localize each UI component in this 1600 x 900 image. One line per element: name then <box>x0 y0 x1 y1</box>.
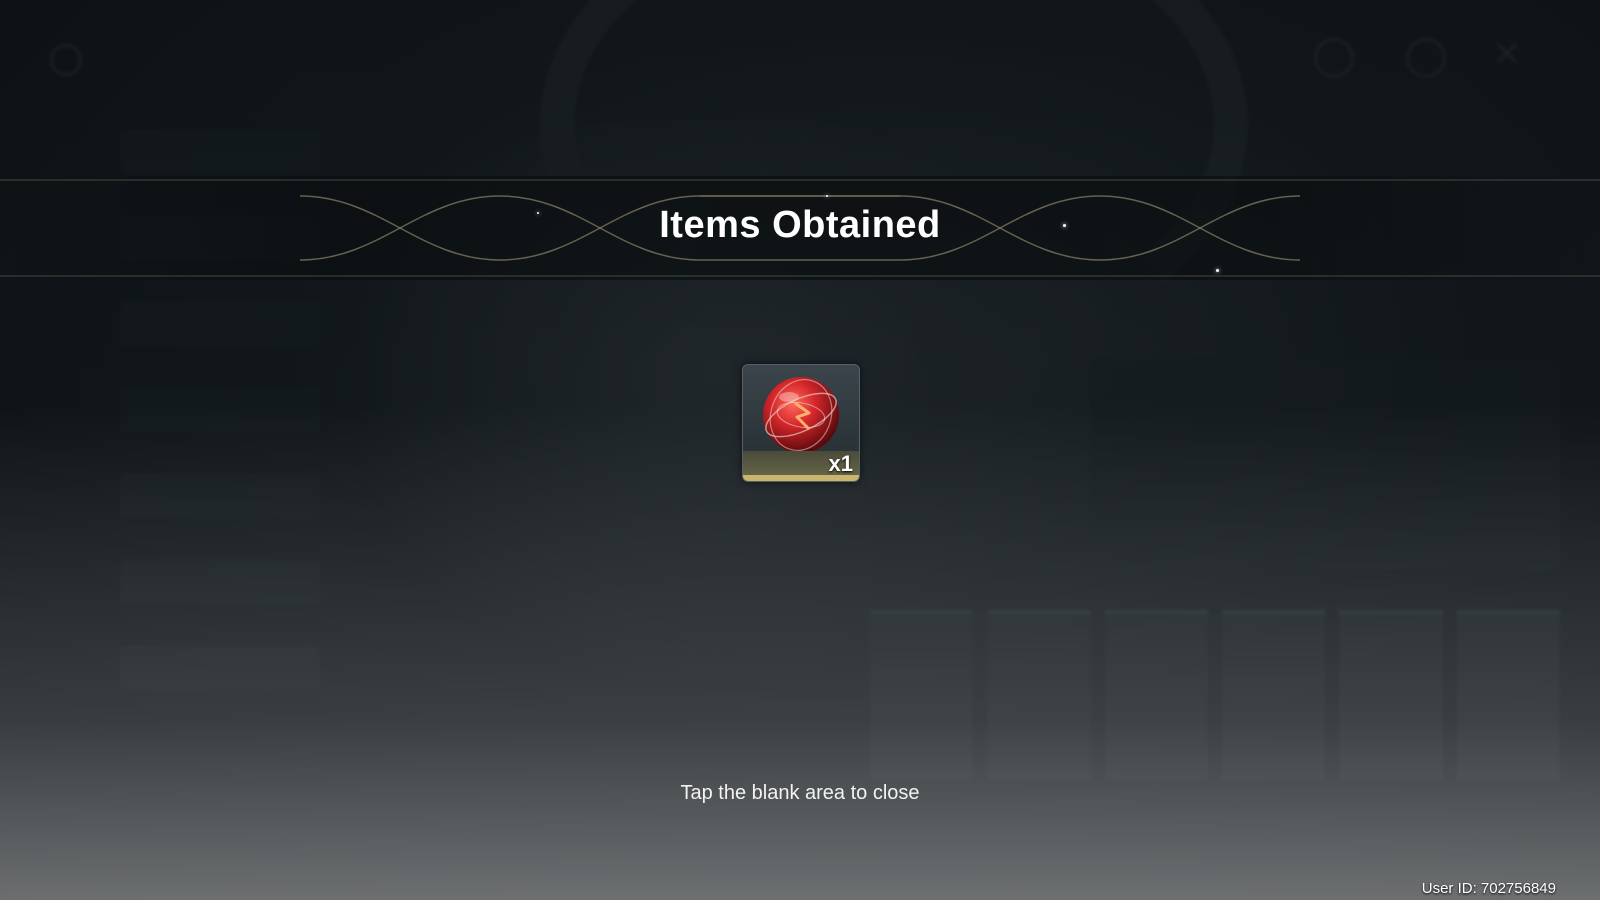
sparkle <box>1216 269 1219 272</box>
screen[interactable]: ✕ Items Obtained <box>0 0 1600 900</box>
dialog-title: Items Obtained <box>659 204 941 246</box>
close-hint: Tap the blank area to close <box>680 782 920 804</box>
user-id: User ID: 702756849 <box>1421 880 1556 897</box>
reward-item-tile[interactable]: x1 <box>742 364 860 482</box>
sparkle <box>826 195 828 197</box>
item-quantity: x1 <box>828 451 853 476</box>
